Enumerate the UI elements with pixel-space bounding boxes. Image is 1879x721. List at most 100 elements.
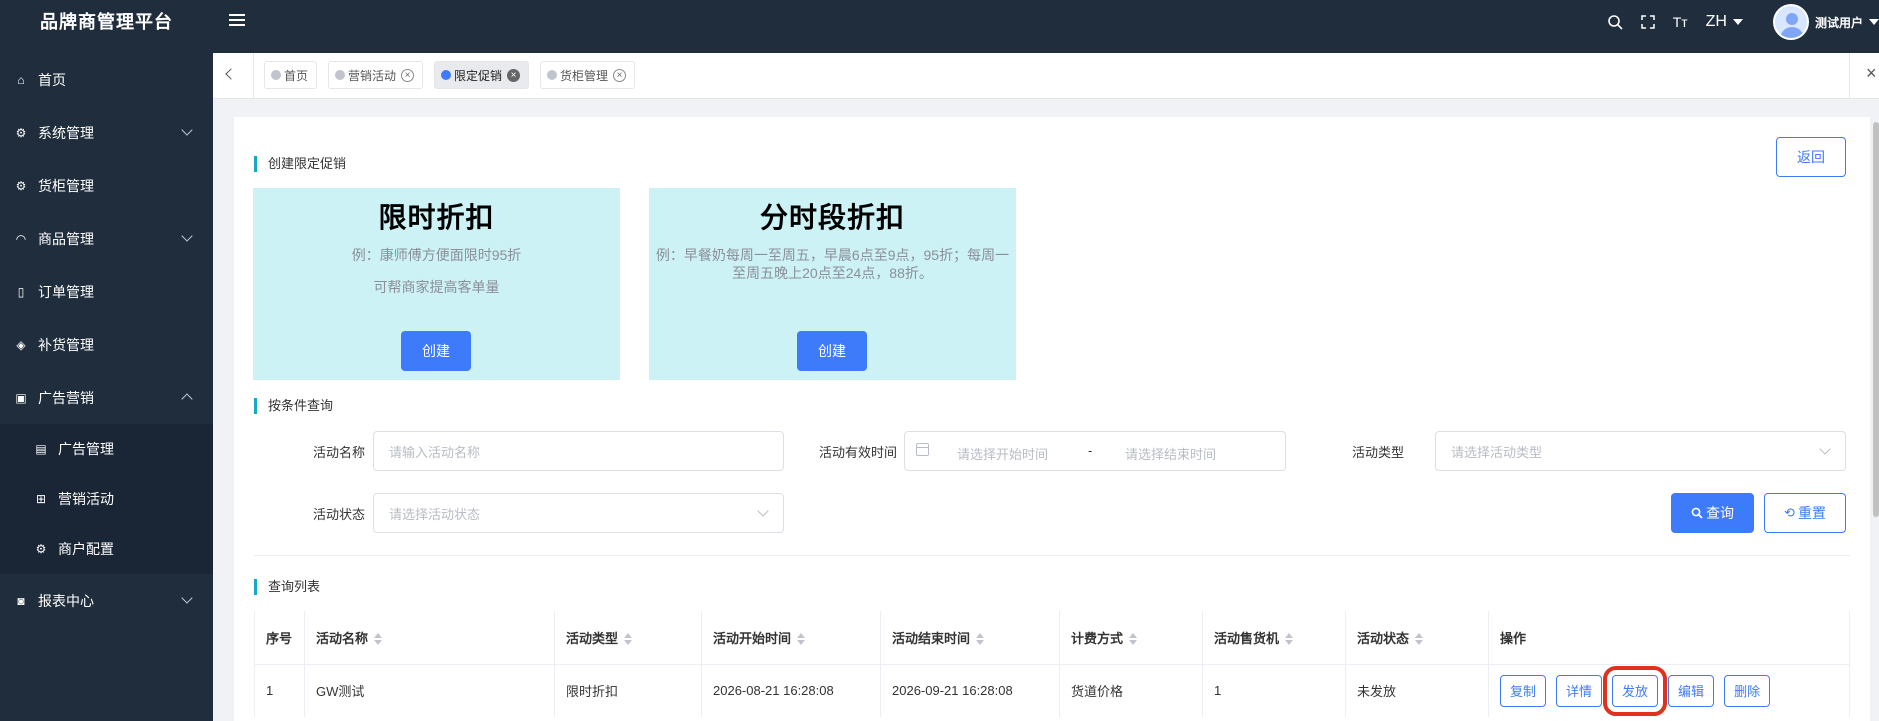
start-date-input[interactable]: 请选择开始时间 [957,444,1048,463]
sidebar-item-label: 商户配置 [58,541,114,557]
main-content: 创建限定促销 返回 限时折扣 例：康师傅方便面限时95折 可帮商家提高客单量 创… [234,117,1870,721]
home-icon: ⌂ [17,72,25,87]
sidebar-item-cabinet[interactable]: ⚙ 货柜管理 [0,159,213,212]
bag-icon: ◠ [15,231,27,246]
sort-icon[interactable] [976,633,985,646]
column-header-label: 活动结束时间 [892,630,971,646]
edit-button[interactable]: 编辑 [1668,674,1715,707]
tab-dot-icon [441,70,452,80]
create-button[interactable]: 创建 [797,331,867,371]
promo-card-time-limited: 限时折扣 例：康师傅方便面限时95折 可帮商家提高客单量 创建 [253,188,620,380]
sort-icon[interactable] [374,633,383,646]
column-header[interactable]: 计费方式 [1059,611,1203,665]
sidebar-item-label: 订单管理 [38,283,94,300]
calendar-icon [916,443,929,456]
sidebar-item-goods[interactable]: ◠ 商品管理 [0,212,213,265]
tab-dot-icon [271,70,281,80]
column-header[interactable]: 活动开始时间 [701,611,881,665]
search-button[interactable]: 查询 [1671,493,1754,533]
chevron-down-icon [181,124,193,136]
sidebar-item-home[interactable]: ⌂ 首页 [0,53,213,106]
activity-type-placeholder: 请选择活动类型 [1451,444,1543,460]
sort-icon[interactable] [1285,633,1294,646]
divider [254,555,1850,556]
end-date-input[interactable]: 请选择结束时间 [1125,444,1216,463]
cell-start-time: 2026-08-21 16:28:08 [701,664,881,717]
search-button-label: 查询 [1706,505,1734,521]
tab-campaigns[interactable]: 营销活动 × [328,61,424,89]
tab-label: 营销活动 [348,68,397,83]
sort-icon[interactable] [624,633,633,646]
sidebar-item-label: 首页 [38,71,66,88]
column-header[interactable]: 活动状态 [1345,611,1489,665]
date-range-picker[interactable]: 请选择开始时间 - 请选择结束时间 [904,431,1286,471]
reset-button-label: 重置 [1797,505,1826,521]
tab-cabinet[interactable]: 货柜管理 × [540,61,636,89]
tab-bar: 首页 营销活动 × 限定促销 × 货柜管理 × [213,53,1879,99]
column-header[interactable]: 活动结束时间 [880,611,1060,665]
column-header-label: 活动开始时间 [713,630,792,646]
language-label: ZH [1705,13,1727,30]
card-title: 分时段折扣 [759,202,905,233]
fullscreen-icon[interactable] [1640,15,1655,29]
top-bar: 品牌商管理平台 Tт ZH 测试用户 [0,0,1879,53]
delete-button[interactable]: 删除 [1724,674,1771,707]
close-all-tabs-button[interactable] [1849,53,1879,99]
language-switch[interactable]: ZH [1706,13,1743,31]
tab-limited-promo[interactable]: 限定促销 × [434,61,530,89]
activity-name-label: 活动名称 [312,445,365,460]
card-description: 例：康师傅方便面限时95折 [351,247,522,263]
section-title-list: 查询列表 [254,579,320,595]
issue-button[interactable]: 发放 [1603,665,1668,716]
search-icon[interactable] [1607,14,1623,30]
create-button[interactable]: 创建 [401,331,471,371]
tab-dot-icon [335,70,346,80]
activity-type-select[interactable]: 请选择活动类型 [1435,431,1846,471]
sidebar-item-marketing[interactable]: ▣ 广告营销 [0,371,213,424]
back-button[interactable]: 返回 [1776,137,1846,177]
column-header[interactable]: 活动名称 [304,611,555,665]
column-header[interactable]: 活动售货机 [1202,611,1346,665]
copy-button[interactable]: 复制 [1500,674,1547,707]
chart-icon: ◙ [17,593,25,608]
tab-home[interactable]: 首页 [264,61,318,89]
box-icon: ◈ [16,337,26,352]
activity-status-placeholder: 请选择活动状态 [389,506,481,522]
tab-label: 限定促销 [454,68,503,83]
close-icon[interactable]: × [507,68,521,82]
search-icon [1691,507,1703,519]
close-icon[interactable]: × [401,68,415,82]
sidebar-item-label: 营销活动 [58,491,114,507]
sidebar-item-ads[interactable]: ▤ 广告管理 [0,424,213,474]
font-size-icon[interactable]: Tт [1673,14,1688,30]
sidebar-item-campaigns[interactable]: ⊞ 营销活动 [0,474,213,524]
activity-type-label: 活动类型 [1351,445,1404,460]
briefcase-icon: ▣ [15,390,27,405]
detail-button[interactable]: 详情 [1556,674,1603,707]
sidebar-item-system[interactable]: ⚙ 系统管理 [0,106,213,159]
sidebar-item-orders[interactable]: ▯ 订单管理 [0,265,213,318]
section-title-query: 按条件查询 [254,398,333,414]
column-header[interactable]: 活动类型 [554,611,702,665]
cell-name: GW测试 [304,664,555,717]
activity-name-input[interactable]: 请输入活动名称 [373,431,784,471]
sidebar-item-restock[interactable]: ◈ 补货管理 [0,318,213,371]
hamburger-menu-icon[interactable] [229,14,245,28]
sidebar-item-reports[interactable]: ◙ 报表中心 [0,574,213,627]
sort-icon[interactable] [1129,633,1138,646]
range-separator: - [1088,443,1093,458]
reset-button[interactable]: ⟲ 重置 [1764,493,1846,533]
sort-icon[interactable] [797,633,806,646]
activity-status-select[interactable]: 请选择活动状态 [373,493,784,533]
sidebar-item-label: 广告营销 [38,389,94,406]
card-description: 可帮商家提高客单量 [373,279,500,295]
chevron-left-icon[interactable] [223,67,239,83]
user-name: 测试用户 [1814,15,1863,30]
sidebar-item-merchant-config[interactable]: ⚙ 商户配置 [0,524,213,574]
vertical-scrollbar[interactable] [1873,122,1879,517]
avatar [1772,4,1809,40]
gift-icon: ⊞ [35,492,47,506]
user-menu[interactable]: 测试用户 [1772,4,1879,40]
sort-icon[interactable] [1415,633,1424,646]
close-icon[interactable]: × [613,68,627,82]
